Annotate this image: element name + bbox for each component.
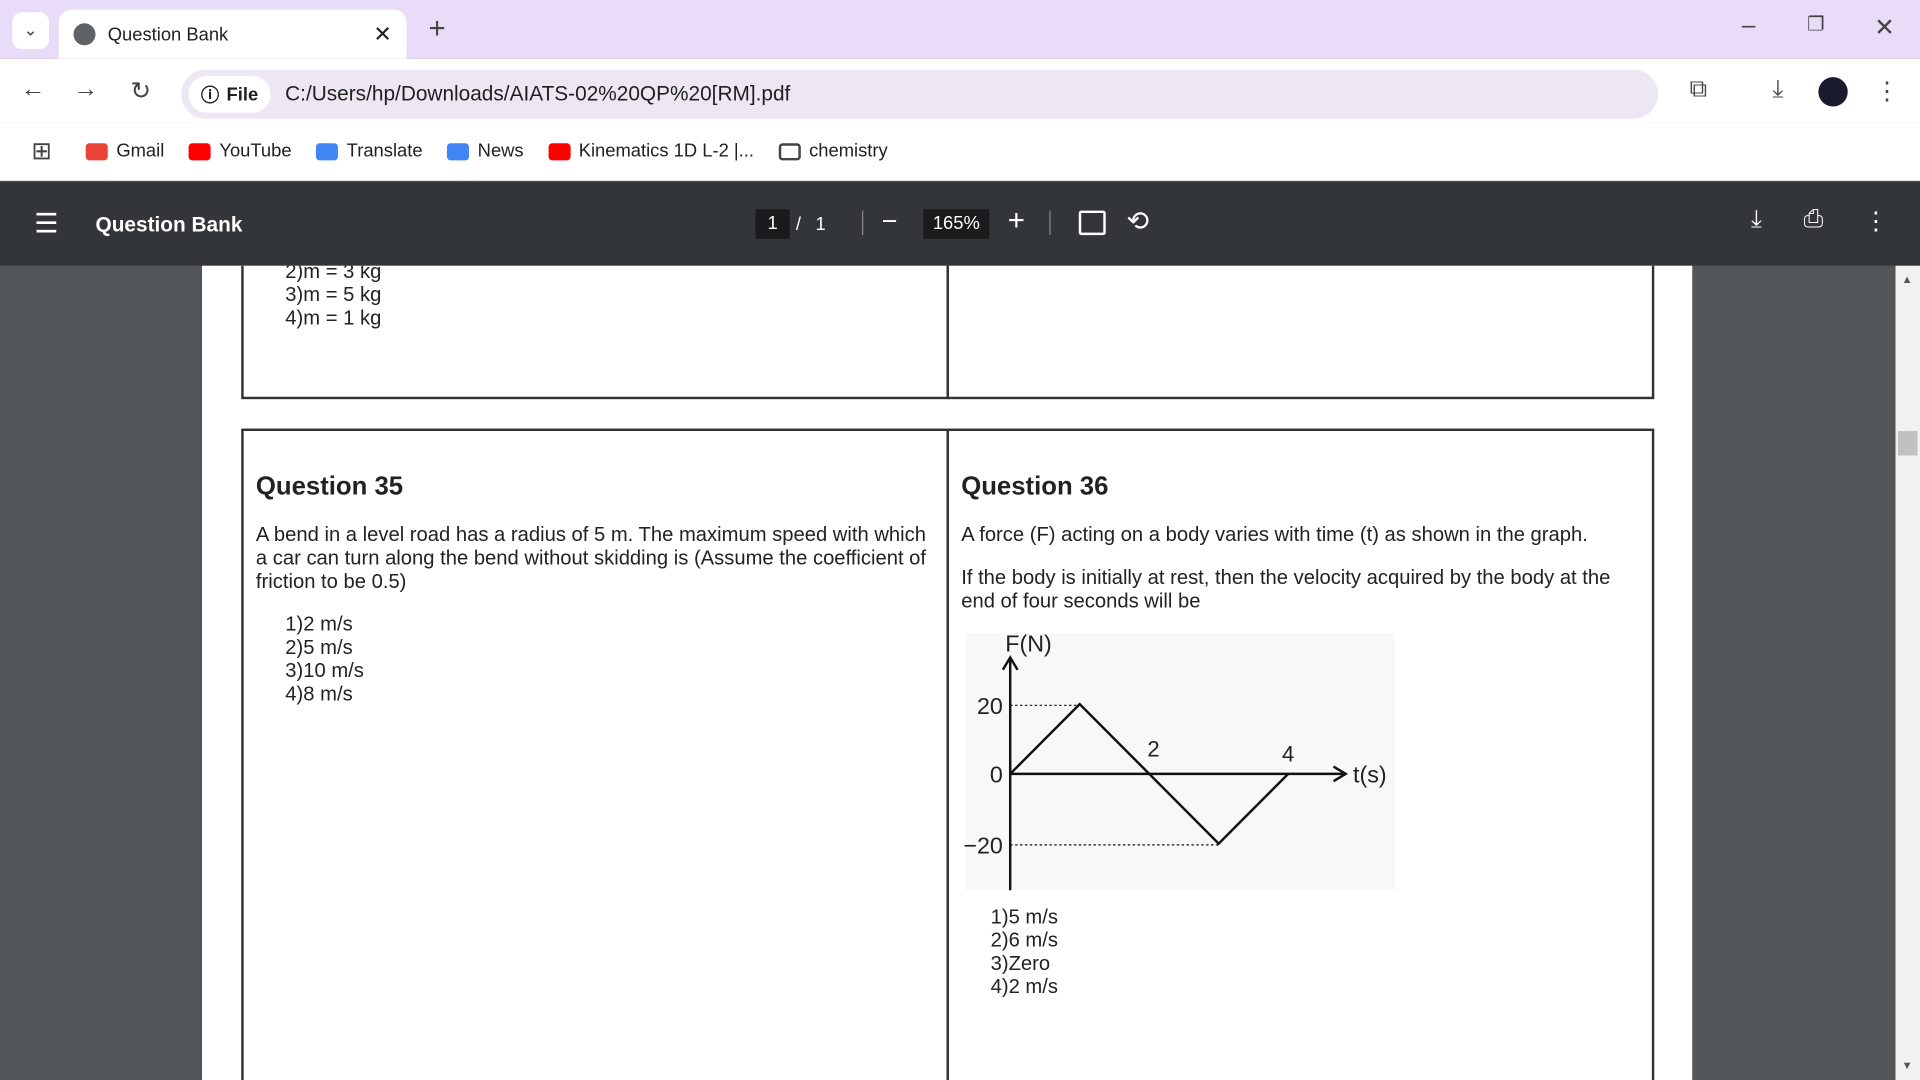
bookmark-news[interactable]: News [447,141,524,162]
scheme-label: File [226,83,259,105]
rotate-icon[interactable]: ⟲ [1127,206,1150,238]
y-axis-label: F(N) [1005,630,1051,656]
download-icon[interactable]: ⤓ [1751,206,1762,234]
youtube-icon [548,142,571,160]
document-title: Question Bank [95,213,243,237]
site-info-chip[interactable]: ⓘ File [188,75,271,113]
zoom-level-input[interactable]: 165% [923,209,990,239]
downloads-icon[interactable]: ⤓ [1761,76,1795,104]
profile-avatar[interactable] [1818,77,1848,107]
apps-icon[interactable]: ⊞ [24,136,58,167]
option: 3)10 m/s [285,660,364,683]
y-tick-label: −20 [963,832,1003,858]
zoom-out-button[interactable]: − [882,206,898,238]
x-axis-label: t(s) [1353,761,1387,787]
forward-button[interactable]: → [69,76,103,104]
close-tab-icon[interactable]: ✕ [373,21,391,47]
scroll-thumb[interactable] [1897,431,1918,456]
divider [862,210,864,236]
page-total: 1 [815,214,826,236]
option: 2)5 m/s [285,636,353,659]
bookmark-label: Translate [346,140,423,162]
bookmark-youtube[interactable]: YouTube [188,140,292,162]
bookmark-label: Gmail [116,140,165,162]
gmail-icon [85,142,108,160]
option: 2)m = 3 kg [285,265,382,283]
option: 3)Zero [990,952,1051,975]
sidebar-menu-icon[interactable]: ☰ [34,208,58,240]
menu-icon[interactable]: ⋮ [1870,76,1904,107]
globe-icon [73,23,96,46]
option: 2)6 m/s [990,929,1058,952]
url-text[interactable]: C:/Users/hp/Downloads/AIATS-02%20QP%20[R… [285,82,790,106]
scrollbar[interactable]: ▲ ▼ [1895,265,1920,1080]
print-icon[interactable]: ⎙ [1804,206,1824,234]
bookmark-label: News [477,140,524,162]
question-34-cell: 2)m = 3 kg 3)m = 5 kg 4)m = 1 kg [241,265,949,400]
question-title: Question 35 [255,472,404,501]
bookmark-gmail[interactable]: Gmail [85,140,165,162]
x-tick-label: 4 [1282,742,1294,767]
option: 1)2 m/s [285,613,353,636]
extensions-icon[interactable]: ⧉ [1681,76,1715,104]
more-actions-icon[interactable]: ⋮ [1864,206,1888,237]
question-text: If the body is initially at rest, then t… [961,566,1611,613]
option-list: 2)m = 3 kg 3)m = 5 kg 4)m = 1 kg [285,266,381,331]
tab-search-button[interactable]: ⌄ [12,12,49,49]
divider [1049,210,1051,236]
force-time-graph: F(N) t(s) 20 0 −20 2 4 [963,630,1395,891]
option: 4)8 m/s [285,683,353,706]
new-tab-button[interactable]: + [420,12,454,46]
back-button[interactable]: ← [16,76,50,104]
y-tick-label: 20 [977,693,1003,719]
tab-strip: ⌄ Question Bank ✕ + – ❐ ✕ [0,0,1920,59]
zoom-in-button[interactable]: + [1008,204,1025,238]
info-icon: ⓘ [200,85,220,106]
bookmark-label: YouTube [219,140,292,162]
bookmark-folder-chemistry[interactable]: chemistry [778,140,888,162]
scroll-down-arrow[interactable]: ▼ [1902,1059,1913,1071]
bookmark-translate[interactable]: Translate [316,141,423,162]
page-number-input[interactable]: 1 [755,209,790,239]
address-bar[interactable]: ⓘ File C:/Users/hp/Downloads/AIATS-02%20Q… [181,69,1658,119]
question-text: A bend in a level road has a radius of 5… [255,524,927,593]
restore-button[interactable]: ❐ [1799,12,1833,36]
youtube-icon [188,142,211,160]
tab-question-bank[interactable]: Question Bank ✕ [58,9,407,59]
news-icon [447,142,470,160]
question-36-cell: Question 36 A force (F) acting on a body… [946,428,1655,1080]
question-text: A force (F) acting on a body varies with… [961,524,1588,547]
tab-title: Question Bank [107,23,229,45]
option: 4)2 m/s [990,975,1058,998]
page-separator: / [795,214,802,236]
option: 1)5 m/s [990,906,1058,929]
empty-cell [946,265,1655,400]
bookmark-label: Kinematics 1D L-2 |... [578,140,754,162]
pdf-toolbar: ☰ Question Bank 1 / 1 − 165% + ⟲ ⤓ ⎙ ⋮ [0,181,1920,266]
y-tick-label: 0 [990,761,1003,787]
close-window-button[interactable]: ✕ [1867,12,1901,43]
x-tick-label: 2 [1147,737,1159,762]
bookmark-label: chemistry [809,140,888,162]
minimize-button[interactable]: – [1731,12,1765,40]
pdf-page: 2)m = 3 kg 3)m = 5 kg 4)m = 1 kg Questio… [202,265,1693,1080]
scroll-up-arrow[interactable]: ▲ [1902,273,1913,285]
bookmarks-bar: ⊞ Gmail YouTube Translate News Kinematic… [0,122,1920,182]
question-title: Question 36 [961,472,1109,501]
option-list: 1)5 m/s 2)6 m/s 3)Zero 4)2 m/s [991,906,1058,999]
option: 3)m = 5 kg [285,284,382,307]
bookmark-kinematics[interactable]: Kinematics 1D L-2 |... [548,141,754,162]
option: 4)m = 1 kg [285,307,382,330]
question-35-cell: Question 35 A bend in a level road has a… [241,428,949,1080]
graph-background [966,633,1395,891]
fit-page-icon[interactable] [1078,210,1106,236]
translate-icon [316,142,339,160]
option-list: 1)2 m/s 2)5 m/s 3)10 m/s 4)8 m/s [285,613,364,706]
folder-icon [778,142,801,160]
reload-button[interactable]: ↻ [124,76,158,107]
